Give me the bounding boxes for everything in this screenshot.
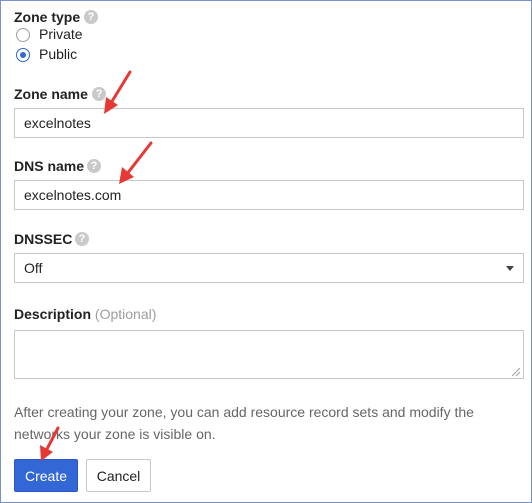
arrow-icon xyxy=(40,426,60,461)
annotation-arrows xyxy=(40,70,153,461)
arrow-icon xyxy=(104,70,132,114)
arrow-icon xyxy=(119,141,153,184)
